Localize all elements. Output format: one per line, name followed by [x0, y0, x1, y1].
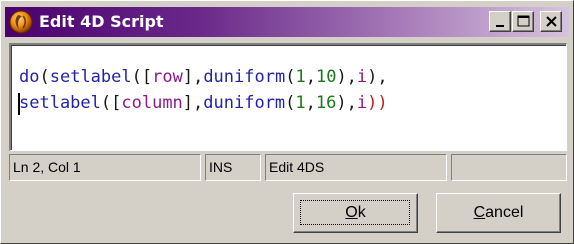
code-token: ,: [305, 93, 316, 113]
cancel-label-rest: ancel: [485, 204, 524, 221]
minimize-button[interactable]: [489, 11, 511, 32]
edit-4d-script-dialog: Edit 4D Script do(setlabel([row],dunifor…: [0, 0, 574, 244]
code-token: ],: [182, 93, 204, 113]
insert-mode-indicator: INS: [205, 154, 261, 181]
code-token: i: [356, 93, 368, 113]
script-editor[interactable]: do(setlabel([row],duniform(1,10),i), set…: [9, 43, 567, 151]
status-title: Edit 4DS: [265, 154, 447, 181]
code-token: setlabel: [19, 93, 101, 113]
code-token: ([: [131, 67, 153, 87]
close-button[interactable]: [540, 11, 562, 32]
code-line-1[interactable]: do(setlabel([row],duniform(1,10),i),: [19, 65, 388, 89]
code-token: duniform: [203, 67, 286, 87]
code-token: 10: [315, 67, 337, 87]
code-token: do: [19, 67, 40, 87]
code-token: (: [285, 93, 296, 113]
maximize-icon: [517, 15, 530, 27]
code-token: i: [356, 67, 368, 87]
code-token: (: [285, 67, 296, 87]
code-token: )): [367, 93, 388, 113]
ok-mnemonic: O: [345, 204, 358, 221]
code-token: 1: [295, 67, 306, 87]
code-token: ),: [336, 93, 357, 113]
orange-sphere-4d-icon: [9, 10, 33, 34]
minimize-icon: [496, 25, 504, 27]
code-token: 1: [295, 93, 306, 113]
cancel-button[interactable]: Cancel: [436, 193, 561, 233]
code-token: ),: [367, 67, 388, 87]
code-token: duniform: [203, 93, 286, 113]
code-token: ,: [305, 67, 316, 87]
status-extra: [451, 154, 567, 181]
text-caret: [18, 93, 20, 115]
close-icon: [546, 16, 557, 27]
code-token: row: [152, 67, 183, 87]
cancel-mnemonic: C: [473, 204, 486, 221]
ok-button[interactable]: Ok: [293, 193, 418, 233]
code-token: column: [121, 93, 183, 113]
maximize-button[interactable]: [512, 11, 534, 32]
code-token: ),: [336, 67, 357, 87]
window-title: Edit 4D Script: [39, 12, 164, 31]
code-token: ],: [182, 67, 204, 87]
code-line-2[interactable]: setlabel([column],duniform(1,16),i)): [19, 91, 388, 115]
cursor-position: Ln 2, Col 1: [9, 154, 201, 181]
code-token: (: [39, 67, 50, 87]
ok-label-rest: k: [357, 204, 366, 221]
code-token: setlabel: [49, 67, 132, 87]
code-token: 16: [315, 93, 337, 113]
code-token: ([: [100, 93, 122, 113]
title-bar[interactable]: Edit 4D Script: [5, 7, 569, 37]
